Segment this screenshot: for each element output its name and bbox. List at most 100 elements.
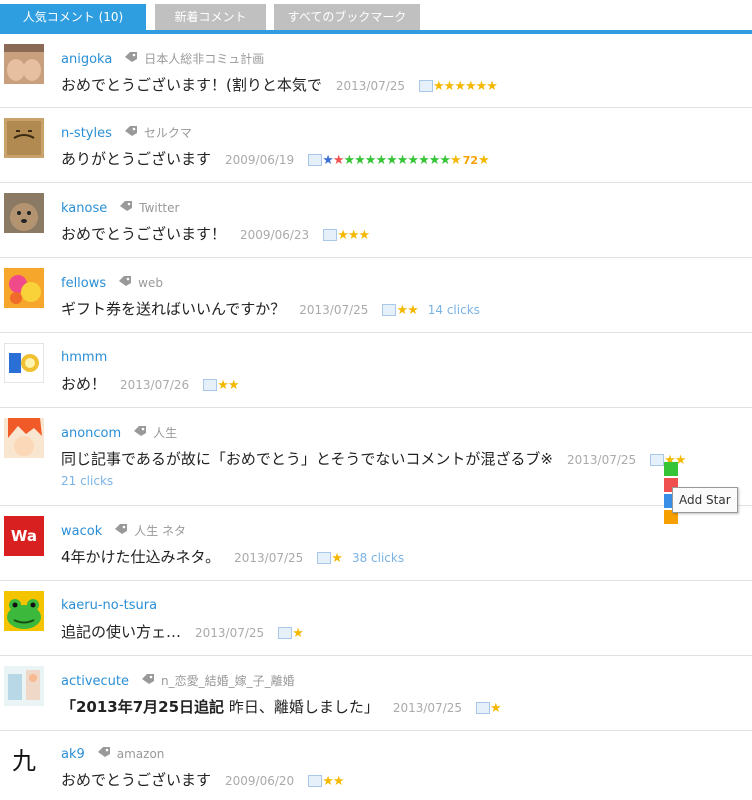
tab-new-comments[interactable]: 新着コメント — [155, 4, 266, 30]
comment-text: 同じ記事であるが故に「おめでとう」とそうでないコメントが混ざるブ※ — [61, 450, 553, 468]
add-star-icon[interactable] — [382, 303, 397, 316]
comment-row: anoncom 人生 同じ記事であるが故に「おめでとう」とそうでないコメントが混ざ… — [0, 408, 752, 506]
tag-list[interactable]: 日本人総非コミュ計画 — [144, 52, 264, 66]
tag-icon — [133, 425, 147, 443]
comment-row: Wa wacok 人生 ネタ 4年かけた仕込みネタ。 2013/07/25 ★ 38 c… — [0, 506, 752, 581]
star-rating[interactable]: ★★ — [396, 303, 418, 318]
star-rating[interactable]: ★ — [331, 551, 343, 566]
user-link[interactable]: kanose — [61, 201, 107, 216]
star-blue[interactable]: ★ — [322, 153, 334, 168]
comment-text: おめでとうございます — [61, 771, 212, 789]
tag-list[interactable]: 人生 ネタ — [134, 524, 186, 538]
comment-text: 4年かけた仕込みネタ。 — [61, 548, 221, 566]
tab-bar: 人気コメント (10) 新着コメント すべてのブックマーク — [0, 0, 752, 34]
avatar[interactable] — [4, 44, 44, 84]
comment-row: kanose Twitter おめでとうございます！ 2009/06/23 ★★★ — [0, 183, 752, 258]
avatar[interactable]: 九 — [4, 741, 44, 781]
avatar[interactable]: Wa — [4, 516, 44, 556]
add-star-icon[interactable] — [323, 228, 338, 241]
comment-row: anigoka 日本人総非コミュ計画 おめでとうございます！(割りと本気で 2013… — [0, 34, 752, 108]
add-star-icon[interactable] — [278, 626, 293, 639]
star-yellow[interactable]: ★ — [450, 153, 462, 168]
tag-list[interactable]: amazon — [117, 747, 165, 761]
star-rating[interactable]: ★ — [292, 626, 304, 641]
add-star-icon[interactable] — [476, 701, 491, 714]
avatar[interactable] — [4, 193, 44, 233]
user-link[interactable]: fellows — [61, 276, 106, 291]
green-star-picker[interactable] — [664, 462, 678, 476]
add-star-tooltip: Add Star — [672, 487, 738, 513]
star-rating[interactable]: ★★ — [322, 774, 344, 789]
comment-row: kaeru-no-tsura 追記の使い方ェ… 2013/07/25 ★ — [0, 581, 752, 656]
user-link[interactable]: wacok — [61, 524, 102, 539]
user-link[interactable]: kaeru-no-tsura — [61, 598, 157, 613]
user-link[interactable]: anoncom — [61, 426, 121, 441]
tag-list[interactable]: n_恋愛_結婚_嫁_子_離婚 — [161, 674, 295, 688]
comment-text: 追記の使い方ェ… — [61, 623, 182, 641]
tag-icon — [118, 275, 132, 293]
comment-date[interactable]: 2009/06/23 — [240, 228, 309, 242]
add-star-icon[interactable] — [419, 79, 434, 92]
star-yellow-tail[interactable]: ★ — [478, 153, 490, 168]
comment-row: 九 ak9 amazon おめでとうございます 2009/06/20 ★★ — [0, 731, 752, 800]
add-star-icon[interactable] — [308, 774, 323, 787]
tag-icon — [119, 200, 133, 218]
comment-date[interactable]: 2013/07/25 — [336, 79, 405, 93]
avatar[interactable] — [4, 268, 44, 308]
tab-popular-comments[interactable]: 人気コメント (10) — [0, 4, 146, 30]
star-rating[interactable]: ★★★★★★ — [433, 79, 498, 94]
comment-text-bold: 「2013年7月25日追記 — [61, 698, 225, 716]
tag-icon — [97, 746, 111, 764]
user-link[interactable]: ak9 — [61, 747, 85, 762]
star-green[interactable]: ★★★★★★★★★★ — [344, 153, 452, 168]
comment-text: ギフト券を送ればいいんですか？ — [61, 300, 286, 318]
tag-list[interactable]: セルクマ — [144, 126, 192, 140]
avatar[interactable] — [4, 118, 44, 158]
clicks-link[interactable]: 38 clicks — [352, 551, 404, 565]
tag-list[interactable]: web — [138, 276, 163, 290]
add-star-icon[interactable] — [308, 153, 323, 166]
tab-all-bookmarks[interactable]: すべてのブックマーク — [274, 4, 420, 30]
user-link[interactable]: n-styles — [61, 126, 112, 141]
user-link[interactable]: anigoka — [61, 52, 112, 67]
comment-date[interactable]: 2013/07/25 — [299, 303, 368, 317]
clicks-link[interactable]: 21 clicks — [61, 474, 113, 488]
add-star-icon[interactable] — [317, 551, 332, 564]
comment-row: hmmm おめ！ 2013/07/26 ★★ — [0, 333, 752, 408]
comment-date[interactable]: 2013/07/25 — [195, 626, 264, 640]
star-rating[interactable]: ★★ — [217, 378, 239, 393]
star-count[interactable]: 72 — [463, 154, 478, 167]
add-star-icon[interactable] — [650, 453, 665, 466]
tag-icon — [141, 673, 155, 691]
comment-date[interactable]: 2013/07/25 — [393, 701, 462, 715]
comment-row: n-styles セルクマ ありがとうございます 2009/06/19 ★★★★★★★… — [0, 108, 752, 183]
tag-icon — [124, 125, 138, 143]
comment-text: おめでとうございます！(割りと本気で — [61, 76, 322, 94]
star-red[interactable]: ★ — [333, 153, 345, 168]
comment-text: 昨日、離婚しました」 — [224, 698, 379, 716]
user-link[interactable]: hmmm — [61, 350, 107, 365]
star-rating[interactable]: ★ — [490, 701, 502, 716]
avatar[interactable] — [4, 591, 44, 631]
comment-text: ありがとうございます — [61, 150, 212, 168]
tag-icon — [124, 51, 138, 69]
comment-date[interactable]: 2013/07/25 — [234, 551, 303, 565]
avatar[interactable] — [4, 418, 44, 458]
comment-row: fellows web ギフト券を送ればいいんですか？ 2013/07/25 ★★ 14… — [0, 258, 752, 333]
avatar[interactable] — [4, 343, 44, 383]
user-link[interactable]: activecute — [61, 674, 129, 689]
comment-date[interactable]: 2013/07/26 — [120, 378, 189, 392]
comment-date[interactable]: 2009/06/19 — [225, 153, 294, 167]
comment-date[interactable]: 2013/07/25 — [567, 453, 636, 467]
clicks-link[interactable]: 14 clicks — [428, 303, 480, 317]
comment-row: activecute n_恋愛_結婚_嫁_子_離婚 「2013年7月25日追記 昨… — [0, 656, 752, 731]
tag-icon — [114, 523, 128, 541]
star-rating[interactable]: ★★★ — [337, 228, 370, 243]
avatar[interactable] — [4, 666, 44, 706]
comment-text: おめでとうございます！ — [61, 225, 227, 243]
tag-list[interactable]: 人生 — [153, 426, 177, 440]
comment-text: おめ！ — [61, 375, 107, 393]
comment-date[interactable]: 2009/06/20 — [225, 774, 294, 788]
add-star-icon[interactable] — [203, 378, 218, 391]
tag-list[interactable]: Twitter — [139, 201, 179, 215]
